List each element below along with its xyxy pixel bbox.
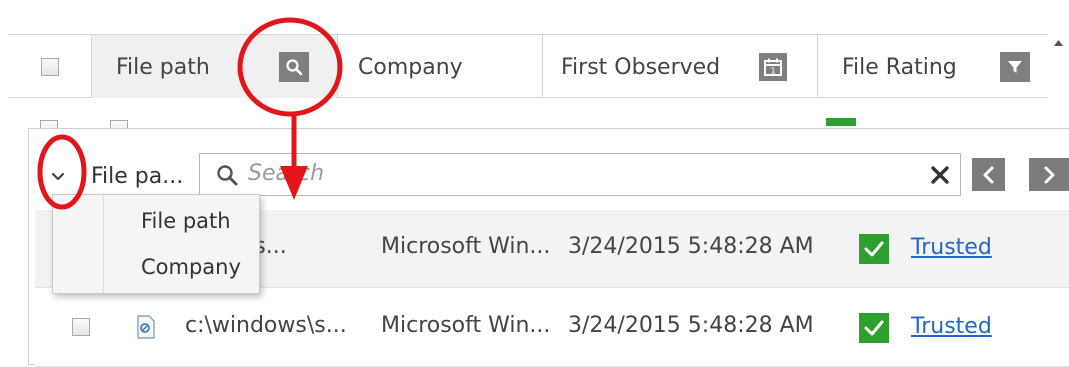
chevron-left-icon [983, 166, 993, 183]
file-rating-link[interactable]: Trusted [911, 235, 992, 260]
company-cell: Microsoft Win... [381, 234, 551, 259]
column-file-path[interactable]: File path [92, 35, 338, 99]
rating-badge [826, 118, 856, 126]
column-header-row: File path Company First Observed 1 File … [8, 34, 1048, 99]
table-row[interactable]: c:\windows\s... Microsoft Win... 3/24/20… [35, 289, 1069, 367]
dropdown-option-company[interactable]: Company [141, 255, 241, 279]
search-placeholder: Search [248, 161, 325, 186]
previous-button[interactable] [972, 158, 1005, 191]
close-icon[interactable] [930, 165, 950, 185]
first-observed-cell: 3/24/2015 5:48:28 AM [568, 234, 814, 259]
first-observed-cell: 3/24/2015 5:48:28 AM [568, 313, 814, 338]
file-path-cell: c:\windows\s... [185, 313, 347, 338]
column-company-label: Company [358, 54, 463, 80]
file-rating-link[interactable]: Trusted [911, 314, 992, 339]
scrollbar[interactable] [1048, 34, 1069, 126]
trusted-check-icon [859, 313, 889, 343]
scroll-up-icon[interactable] [1048, 34, 1069, 54]
file-icon [135, 315, 157, 339]
search-icon [217, 165, 238, 186]
chevron-down-icon[interactable] [45, 163, 71, 189]
column-selector-value: File pa... [91, 163, 184, 189]
svg-text:1: 1 [770, 67, 775, 76]
column-file-rating[interactable]: File Rating [818, 35, 1048, 99]
chevron-right-icon [1044, 166, 1055, 183]
partial-table-row [8, 98, 1048, 138]
column-company[interactable]: Company [338, 35, 543, 99]
search-input[interactable]: Search [199, 153, 961, 196]
next-button[interactable] [1029, 158, 1069, 191]
search-icon[interactable] [279, 52, 309, 82]
trusted-check-icon [859, 234, 889, 264]
dropdown-option-file-path[interactable]: File path [141, 209, 231, 233]
column-file-path-label: File path [116, 54, 210, 80]
select-all-cell [8, 35, 92, 99]
dropdown-gutter [53, 195, 104, 293]
column-file-rating-label: File Rating [842, 54, 957, 80]
column-first-observed[interactable]: First Observed 1 [543, 35, 818, 99]
calendar-icon[interactable]: 1 [759, 53, 787, 81]
filter-icon[interactable] [1000, 52, 1030, 82]
column-selector[interactable]: File pa... [45, 158, 195, 194]
column-dropdown-menu: File path Company [52, 194, 260, 294]
column-first-observed-label: First Observed [561, 54, 721, 80]
row-checkbox[interactable] [72, 318, 90, 336]
select-all-checkbox[interactable] [40, 58, 59, 76]
company-cell: Microsoft Win... [381, 313, 551, 338]
